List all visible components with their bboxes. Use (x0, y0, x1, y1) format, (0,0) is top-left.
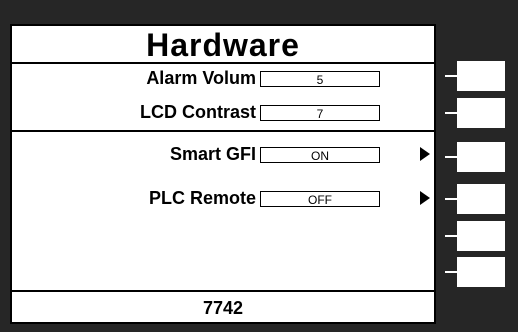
footer-divider (12, 290, 434, 292)
softkey-4[interactable] (445, 184, 507, 214)
softkey-2-button[interactable] (457, 98, 505, 128)
softkey-1-button[interactable] (457, 61, 505, 91)
smart-gfi-field[interactable]: ON (260, 147, 380, 163)
alarm-volume-field[interactable]: 5 (260, 71, 380, 87)
softkey-1[interactable] (445, 61, 507, 91)
softkey-5-button[interactable] (457, 221, 505, 251)
softkey-3-button[interactable] (457, 142, 505, 172)
title-divider (12, 62, 434, 64)
alarm-volume-label: Alarm Volum (146, 68, 256, 88)
softkey-6-button[interactable] (457, 257, 505, 287)
lcd-contrast-field[interactable]: 7 (260, 105, 380, 121)
page-title: Hardware (146, 27, 300, 63)
softkey-5[interactable] (445, 221, 507, 251)
softkey-2[interactable] (445, 98, 507, 128)
smart-gfi-label: Smart GFI (169, 144, 256, 164)
footer-value: 7742 (202, 298, 244, 318)
smart-gfi-arrow-icon (420, 147, 430, 161)
plc-remote-label: PLC Remote (148, 188, 256, 208)
plc-remote-field[interactable]: OFF (260, 191, 380, 207)
section-divider (12, 130, 434, 132)
setting-row-smart-gfi[interactable]: Smart GFI ON (12, 142, 432, 166)
setting-row-plc-remote[interactable]: PLC Remote OFF (12, 186, 432, 210)
lcd-screen: Hardware Alarm Volum 5 LCD Contrast 7 Sm… (10, 24, 436, 324)
plc-remote-arrow-icon (420, 191, 430, 205)
setting-row-alarm-volume[interactable]: Alarm Volum 5 (12, 66, 432, 90)
lcd-contrast-label: LCD Contrast (140, 102, 256, 122)
softkey-6[interactable] (445, 257, 507, 287)
softkey-3[interactable] (445, 142, 507, 172)
setting-row-lcd-contrast[interactable]: LCD Contrast 7 (12, 100, 432, 124)
softkey-4-button[interactable] (457, 184, 505, 214)
